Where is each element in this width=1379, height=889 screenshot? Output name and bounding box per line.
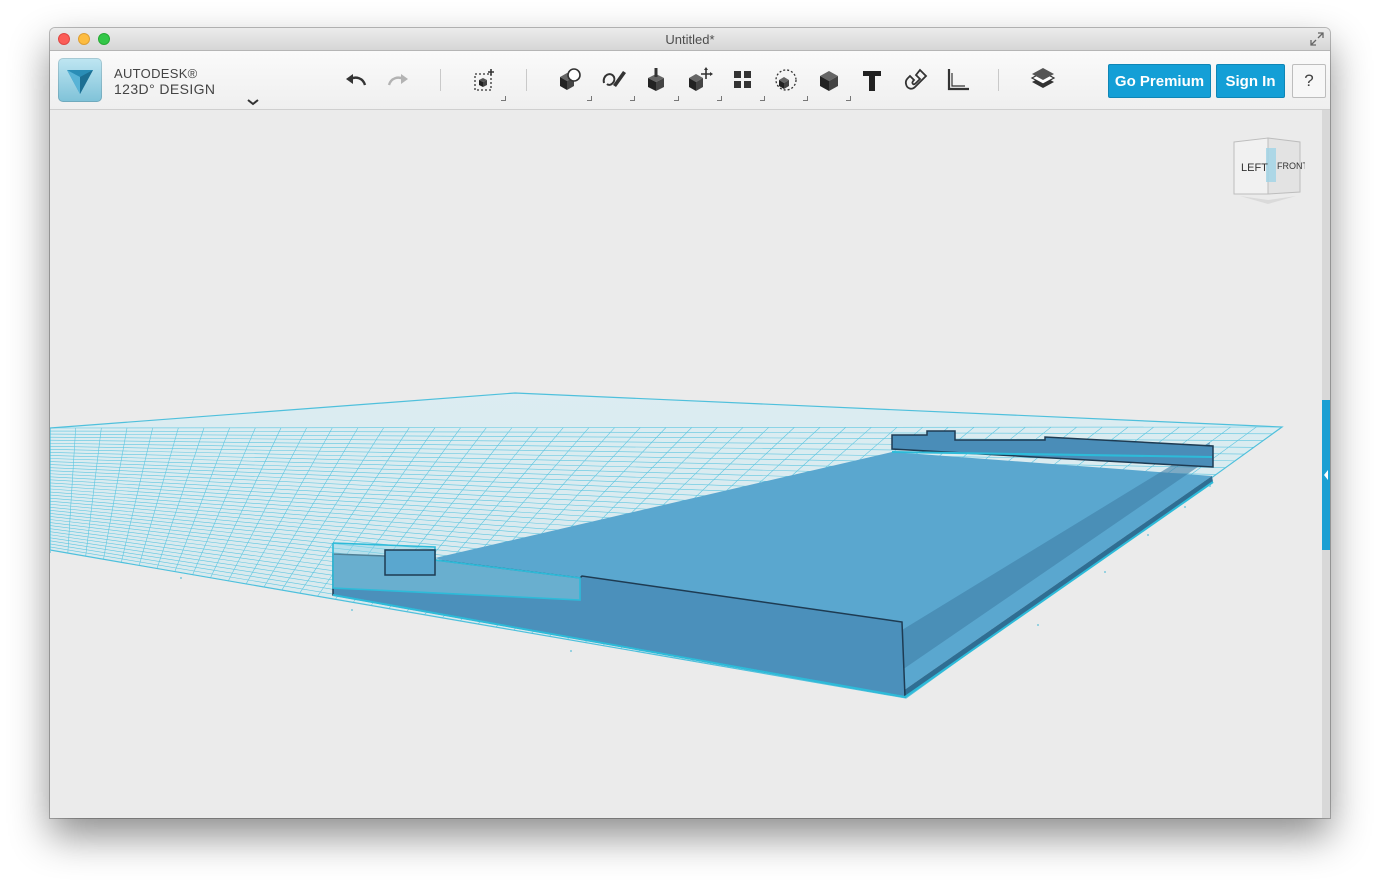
group-button[interactable] <box>771 65 801 95</box>
sign-in-button[interactable]: Sign In <box>1216 64 1285 98</box>
chevron-left-icon <box>1324 470 1328 480</box>
fullscreen-icon[interactable] <box>1310 32 1324 46</box>
submenu-indicator <box>717 96 722 101</box>
sketch-icon <box>602 71 626 87</box>
pattern-icon <box>734 71 751 88</box>
snap-button[interactable] <box>900 65 930 95</box>
toolbar-separator <box>998 69 999 91</box>
transform-icon <box>474 69 494 91</box>
go-premium-button[interactable]: Go Premium <box>1108 64 1211 98</box>
submenu-indicator <box>674 96 679 101</box>
modify-button[interactable] <box>685 65 715 95</box>
app-logo-icon <box>67 70 93 94</box>
measure-button[interactable] <box>943 65 973 95</box>
side-panel-toggle[interactable] <box>1322 400 1330 550</box>
app-logo[interactable] <box>58 58 102 102</box>
3d-viewport[interactable]: LEFT FRONT <box>50 110 1330 818</box>
view-cube-front-label[interactable]: FRONT <box>1277 161 1305 171</box>
materials-icon <box>1030 68 1056 88</box>
help-button[interactable]: ? <box>1292 64 1326 98</box>
view-cube-left-label[interactable]: LEFT <box>1241 162 1268 174</box>
submenu-indicator <box>501 96 506 101</box>
construct-button[interactable] <box>642 65 672 95</box>
primitives-button[interactable] <box>555 65 585 95</box>
toolbar-separator <box>526 69 527 91</box>
submenu-indicator <box>803 96 808 101</box>
modify-icon <box>689 67 713 91</box>
app-window: Untitled* AUTODESK® 123D° DESIGN Go Prem… <box>50 28 1330 818</box>
construct-icon <box>648 68 664 91</box>
combine-icon <box>820 71 838 91</box>
toolbar-separator <box>440 69 441 91</box>
submenu-indicator <box>630 96 635 101</box>
materials-button[interactable] <box>1028 65 1058 95</box>
combine-button[interactable] <box>814 65 844 95</box>
transform-button[interactable] <box>470 65 500 95</box>
view-cube[interactable]: LEFT FRONT <box>1230 134 1305 209</box>
text-button[interactable] <box>857 65 887 95</box>
brand-name: AUTODESK® <box>114 66 198 81</box>
redo-icon <box>387 74 408 86</box>
title-bar: Untitled* <box>50 28 1330 51</box>
primitives-icon <box>560 68 581 90</box>
submenu-indicator <box>846 96 851 101</box>
submenu-indicator <box>587 96 592 101</box>
submenu-indicator <box>760 96 765 101</box>
scene-canvas[interactable] <box>50 110 1330 818</box>
chevron-down-icon[interactable] <box>246 97 260 107</box>
undo-icon <box>346 74 367 86</box>
group-icon <box>775 69 797 91</box>
redo-button[interactable] <box>383 65 413 95</box>
pattern-button[interactable] <box>728 65 758 95</box>
text-icon <box>863 71 881 91</box>
undo-button[interactable] <box>341 65 371 95</box>
measure-icon <box>947 69 969 91</box>
snap-icon <box>904 68 928 90</box>
main-toolbar: AUTODESK® 123D° DESIGN Go Premium Sign I… <box>50 51 1330 110</box>
product-name: 123D° DESIGN <box>114 81 216 97</box>
window-title: Untitled* <box>665 32 715 47</box>
sketch-button[interactable] <box>599 65 629 95</box>
